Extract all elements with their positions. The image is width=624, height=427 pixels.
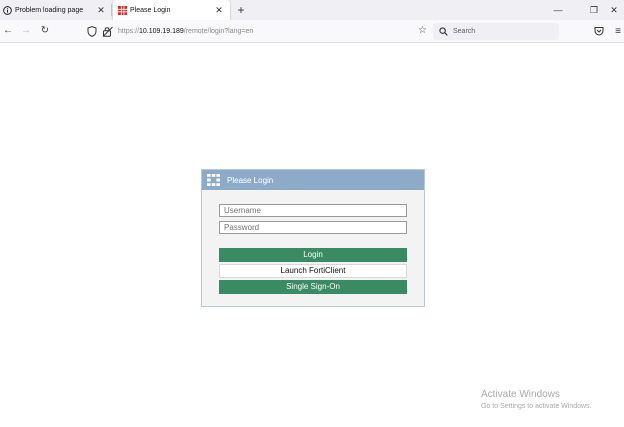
tab-please-login[interactable]: Please Login ✕ [113, 0, 230, 20]
address-bar[interactable]: https://10.109.19.189/remote/login?lang=… [82, 23, 430, 40]
fortinet-favicon-icon [117, 5, 127, 15]
activate-windows-title: Activate Windows [481, 389, 560, 400]
launch-forticlient-button[interactable]: Launch FortiClient [219, 264, 407, 278]
url-scheme: https:// [118, 28, 140, 35]
close-window-button[interactable]: ✕ [604, 0, 624, 20]
login-title: Please Login [227, 175, 274, 185]
search-placeholder: Search [453, 28, 476, 35]
search-icon [438, 27, 448, 37]
username-input[interactable] [219, 204, 407, 217]
close-tab-icon[interactable]: ✕ [96, 5, 106, 15]
forward-button[interactable]: → [18, 23, 34, 39]
url-host: 10.109.19.189 [139, 28, 184, 35]
url-text: https://10.109.19.189/remote/login?lang=… [118, 28, 253, 35]
activate-windows-watermark: Activate Windows Go to Settings to activ… [481, 388, 592, 412]
tab-strip: Problem loading page ✕ Please Login ✕ + … [0, 0, 624, 20]
login-header: Please Login [202, 170, 424, 190]
nav-toolbar: ← → ↻ https://10.109.19.189/remote/login… [0, 20, 624, 43]
tab-label: Please Login [130, 6, 171, 14]
tab-label: Problem loading page [15, 6, 84, 14]
hamburger-menu-button[interactable]: ≡ [613, 26, 623, 37]
single-sign-on-button[interactable]: Single Sign-On [219, 280, 407, 294]
search-bar[interactable]: Search [433, 23, 559, 40]
pocket-icon[interactable] [594, 26, 605, 37]
activate-windows-subtitle: Go to Settings to activate Windows. [481, 403, 592, 410]
tab-problem-loading[interactable]: Problem loading page ✕ [0, 0, 112, 20]
minimize-button[interactable]: — [548, 0, 568, 20]
reload-button[interactable]: ↻ [37, 23, 53, 39]
password-input[interactable] [219, 221, 407, 234]
restore-button[interactable]: ❐ [584, 0, 604, 20]
url-path: /remote/login?lang=en [183, 28, 254, 35]
back-button[interactable]: ← [0, 23, 16, 39]
login-button[interactable]: Login [219, 248, 407, 262]
login-panel: Please Login Login Launch FortiClient Si… [201, 169, 425, 307]
tracking-protection-shield-icon[interactable] [86, 26, 98, 38]
insecure-lock-icon[interactable] [101, 26, 113, 38]
fortinet-logo-icon [207, 174, 220, 186]
info-icon [2, 5, 12, 15]
bookmark-star-icon[interactable]: ☆ [418, 24, 427, 38]
close-tab-icon[interactable]: ✕ [214, 5, 224, 15]
new-tab-button[interactable]: + [234, 2, 248, 18]
